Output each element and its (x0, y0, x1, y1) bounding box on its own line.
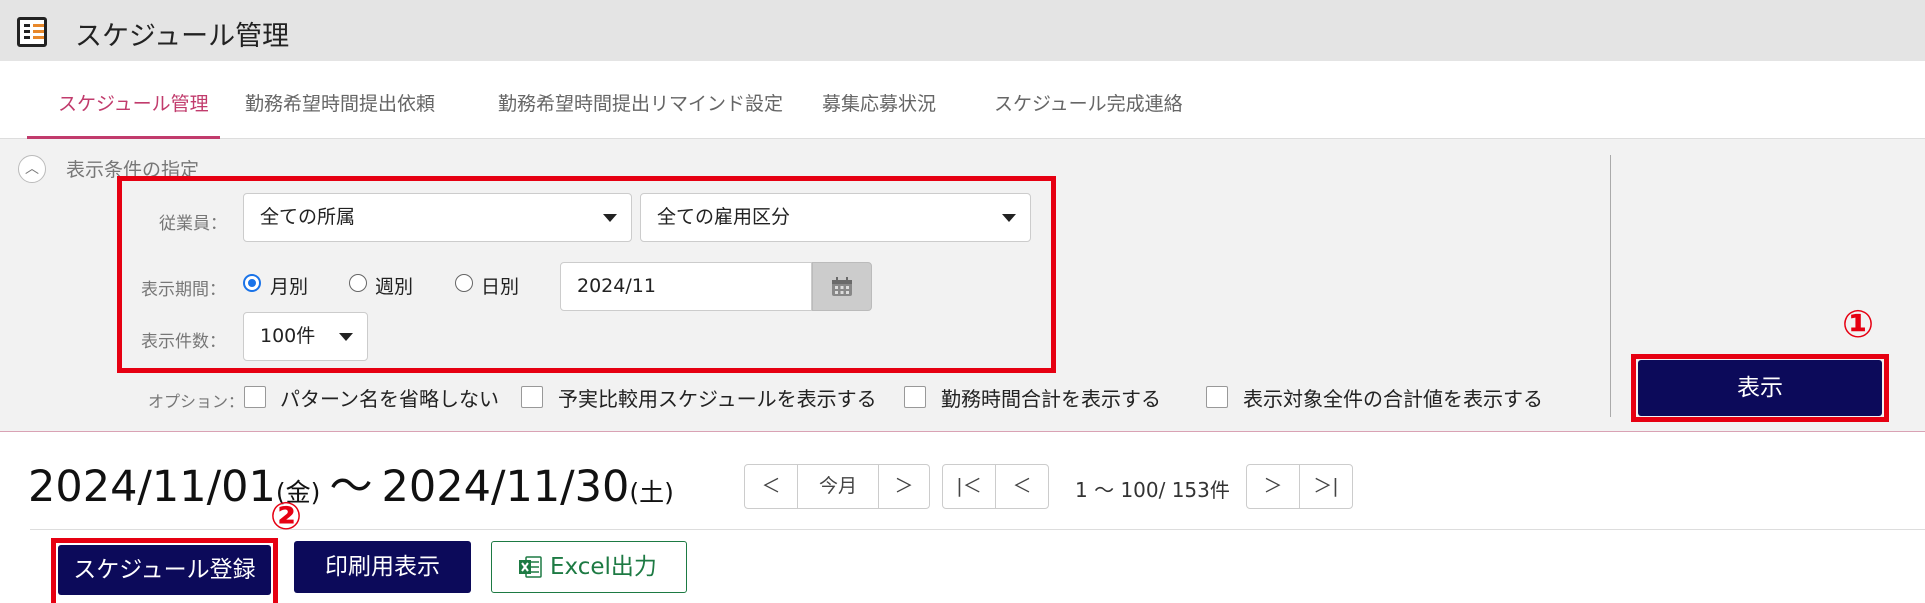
annotation-marker-1: ① (1842, 302, 1875, 346)
range-start-date: 2024/11/01 (28, 462, 276, 512)
last-page-button[interactable]: ＞| (1299, 464, 1353, 509)
highlight-register-button (51, 538, 278, 603)
option-comparison-label[interactable]: 予実比較用スケジュールを表示する (558, 383, 877, 412)
next-month-button[interactable]: ＞ (878, 464, 930, 509)
date-range: 2024/11/01(金) 〜 2024/11/30(土) (28, 452, 674, 514)
last-page-icon: ＞| (1313, 475, 1339, 497)
tab-schedule-management[interactable]: スケジュール管理 (58, 89, 209, 116)
schedule-list-icon (17, 17, 47, 47)
first-page-button[interactable]: |＜ (942, 464, 996, 509)
range-tilde: 〜 (329, 462, 373, 512)
prev-page-button[interactable]: ＜ (995, 464, 1049, 509)
tab-availability-reminder[interactable]: 勤務希望時間提出リマインド設定 (498, 89, 783, 116)
option-grand-total-checkbox[interactable] (1206, 386, 1228, 408)
this-month-button[interactable]: 今月 (797, 464, 879, 509)
panel-divider (1610, 155, 1611, 417)
tab-bar: スケジュール管理 勤務希望時間提出依頼 勤務希望時間提出リマインド設定 募集応募… (0, 61, 1925, 139)
prev-month-button[interactable]: ＜ (744, 464, 798, 509)
options-label: オプション： (148, 392, 245, 411)
option-work-hours-total-label[interactable]: 勤務時間合計を表示する (941, 383, 1161, 412)
option-pattern-name-label[interactable]: パターン名を省略しない (280, 383, 499, 412)
excel-export-button[interactable]: Excel出力 (491, 541, 687, 593)
chevron-left-icon: ＜ (1012, 475, 1032, 497)
first-page-icon: |＜ (956, 475, 982, 497)
collapse-chevron-up-icon[interactable]: ︿ (18, 155, 46, 183)
option-pattern-name-checkbox[interactable] (244, 386, 266, 408)
print-view-button[interactable]: 印刷用表示 (294, 541, 471, 593)
chevron-right-icon: ＞ (894, 475, 914, 497)
tab-availability-request[interactable]: 勤務希望時間提出依頼 (245, 89, 435, 116)
excel-icon (519, 556, 542, 578)
option-comparison-checkbox[interactable] (521, 386, 543, 408)
tab-schedule-completion[interactable]: スケジュール完成連絡 (994, 89, 1183, 116)
tab-recruitment-status[interactable]: 募集応募状況 (822, 89, 936, 116)
next-page-button[interactable]: ＞ (1246, 464, 1300, 509)
pager-info: 1 ～ 100/ 153件 (1075, 478, 1230, 502)
range-end-dow: (土) (629, 478, 674, 507)
range-end-date: 2024/11/30 (381, 462, 630, 512)
annotation-marker-2: ② (270, 494, 303, 538)
highlight-filter-box (117, 176, 1056, 373)
highlight-show-button (1631, 354, 1889, 422)
chevron-left-icon: ＜ (761, 475, 781, 497)
divider-line (30, 529, 1925, 530)
chevron-right-icon: ＞ (1263, 475, 1283, 497)
excel-export-label: Excel出力 (550, 554, 657, 580)
option-grand-total-label[interactable]: 表示対象全件の合計値を表示する (1243, 383, 1543, 412)
app-title: スケジュール管理 (75, 21, 290, 52)
option-work-hours-total-checkbox[interactable] (904, 386, 926, 408)
